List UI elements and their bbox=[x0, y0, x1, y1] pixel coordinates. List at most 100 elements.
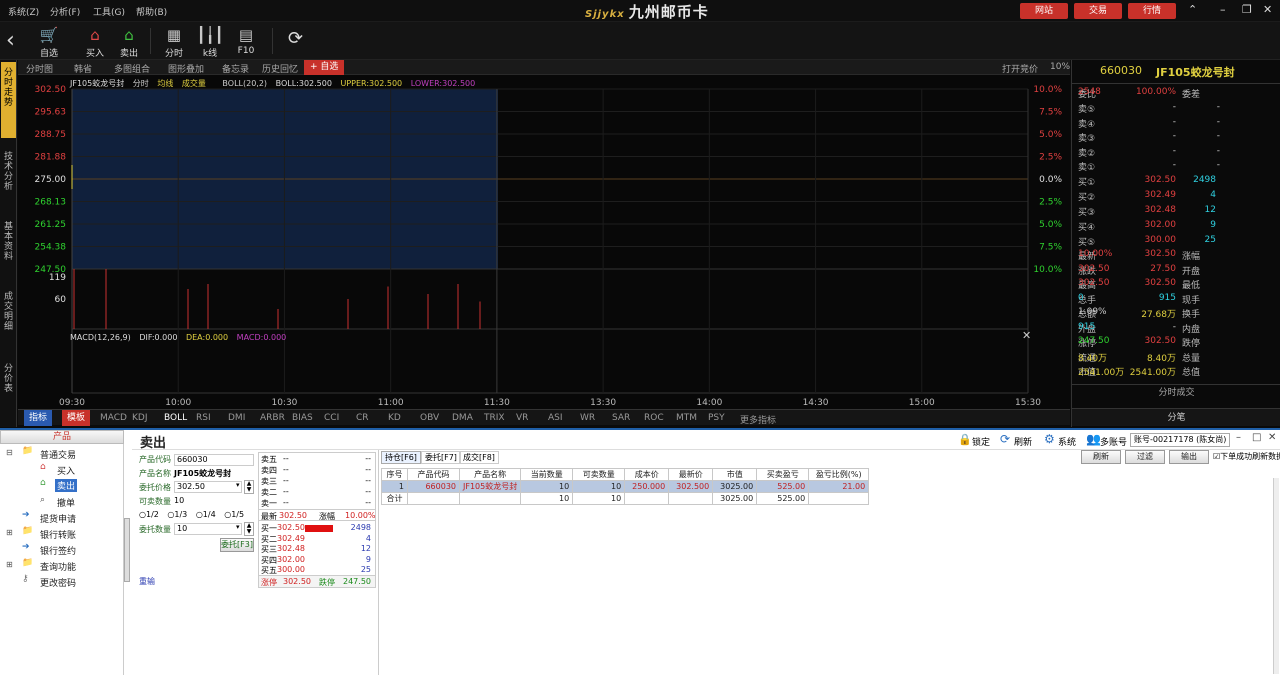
table-scrollbar[interactable] bbox=[1273, 478, 1279, 674]
close-icon[interactable]: ✕ bbox=[1268, 432, 1276, 443]
toolbar-watchlist[interactable]: 🛒 自选 bbox=[36, 24, 62, 59]
indicator-tab-13[interactable]: DMA bbox=[452, 413, 473, 423]
refresh-button[interactable]: 刷新 bbox=[1014, 435, 1032, 448]
tab-trade-detail[interactable]: 成交明细 bbox=[1, 288, 16, 338]
column-header[interactable]: 当前数量 bbox=[520, 468, 574, 481]
indicator-tab-7[interactable]: ARBR bbox=[260, 413, 285, 423]
indicator-tab-19[interactable]: ROC bbox=[644, 413, 664, 423]
indicator-tab-17[interactable]: WR bbox=[580, 413, 595, 423]
chart-tab-timeshare[interactable]: 分时图 bbox=[26, 62, 53, 75]
timeshare-trades-tab[interactable]: 分时成交 bbox=[1072, 384, 1280, 400]
indicator-tab-9[interactable]: CCI bbox=[324, 413, 339, 423]
qty-spinner[interactable]: ▲ ▼ bbox=[244, 522, 254, 536]
nav-delivery[interactable]: 提货申请 bbox=[40, 512, 76, 525]
expand-icon[interactable]: ⊞ bbox=[6, 560, 13, 569]
chevron-down-icon[interactable]: ▾ bbox=[236, 523, 240, 531]
refresh-icon[interactable]: ⟳ bbox=[288, 28, 303, 49]
indicator-tab-5[interactable]: RSI bbox=[196, 413, 211, 423]
column-header[interactable]: 产品代码 bbox=[407, 468, 460, 481]
minimize-icon[interactable]: – bbox=[1220, 3, 1226, 16]
auto-refresh-checkbox[interactable]: ☑下单成功刷新数据 bbox=[1213, 451, 1280, 462]
column-header[interactable]: 序号 bbox=[381, 468, 408, 481]
indicator-tab-15[interactable]: VR bbox=[516, 413, 528, 423]
nav-buy[interactable]: 买入 bbox=[57, 464, 75, 477]
toolbar-kline[interactable]: ┃╽┃ k线 bbox=[196, 24, 224, 59]
indicator-tab-4[interactable]: BOLL bbox=[164, 413, 187, 423]
order-price-input[interactable]: 302.50 bbox=[174, 481, 242, 493]
submit-order-button[interactable]: 委托[F3] bbox=[220, 538, 254, 552]
system-button[interactable]: 系统 bbox=[1058, 435, 1076, 448]
toolbar-f10[interactable]: ▤ F10 bbox=[232, 24, 260, 56]
toolbar-timeshare[interactable]: ▦ 分时 bbox=[160, 24, 188, 59]
nav-bank-sign[interactable]: 银行签约 bbox=[40, 544, 76, 557]
toolbar-sell[interactable]: ⌂ 卖出 bbox=[116, 24, 142, 59]
filter-button[interactable]: 过滤 bbox=[1125, 450, 1165, 464]
close-icon[interactable]: ✕ bbox=[1263, 3, 1272, 16]
column-header[interactable]: 成本价 bbox=[624, 468, 670, 481]
tab-basic-info[interactable]: 基本资料 bbox=[1, 218, 16, 268]
nav-change-password[interactable]: 更改密码 bbox=[40, 576, 76, 589]
tab-positions[interactable]: 持仓[F6] bbox=[381, 451, 421, 464]
menu-help[interactable]: 帮助(B) bbox=[136, 5, 167, 18]
nav-splitter[interactable] bbox=[124, 518, 130, 582]
nav-normal-trade[interactable]: 普通交易 bbox=[40, 448, 76, 461]
nav-bank-transfer[interactable]: 银行转账 bbox=[40, 528, 76, 541]
indicator-tab-12[interactable]: OBV bbox=[420, 413, 439, 423]
tab-trades[interactable]: 成交[F8] bbox=[459, 451, 499, 464]
tab-timeshare[interactable]: 分时走势 bbox=[1, 62, 16, 138]
chart-tab-overlay[interactable]: 图形叠加 bbox=[168, 62, 204, 75]
radio-half[interactable]: ○1/2 bbox=[139, 510, 159, 519]
menu-tools[interactable]: 工具(G) bbox=[93, 5, 125, 18]
open-auction-toggle[interactable]: 打开竞价 bbox=[1002, 62, 1038, 75]
maximize-icon[interactable]: □ bbox=[1252, 432, 1261, 443]
indicator-tab-10[interactable]: CR bbox=[356, 413, 369, 423]
indicator-tab-2[interactable]: MACD bbox=[100, 413, 127, 423]
column-header[interactable]: 最新价 bbox=[668, 468, 714, 481]
trade-button[interactable]: 交易 bbox=[1074, 3, 1122, 19]
menu-analysis[interactable]: 分析(F) bbox=[50, 5, 80, 18]
order-qty-input[interactable]: 10 bbox=[174, 523, 242, 535]
chevron-down-icon[interactable]: ▾ bbox=[236, 481, 240, 489]
indicator-tab-22[interactable]: 更多指标 bbox=[740, 413, 776, 426]
tab-orders[interactable]: 委托[F7] bbox=[421, 451, 461, 464]
column-header[interactable]: 可卖数量 bbox=[572, 468, 626, 481]
close-macd-icon[interactable]: ✕ bbox=[1022, 329, 1031, 342]
indicator-tab-18[interactable]: SAR bbox=[612, 413, 630, 423]
product-code-input[interactable]: 660030 bbox=[174, 454, 254, 466]
indicator-tab-3[interactable]: KDJ bbox=[132, 413, 148, 423]
website-button[interactable]: 网站 bbox=[1020, 3, 1068, 19]
refresh-table-button[interactable]: 刷新 bbox=[1081, 450, 1121, 464]
nav-query[interactable]: 查询功能 bbox=[40, 560, 76, 573]
restore-icon[interactable]: ❐ bbox=[1242, 3, 1252, 16]
minimize-icon[interactable]: – bbox=[1236, 432, 1241, 443]
expand-icon[interactable]: ⊞ bbox=[6, 528, 13, 537]
menu-system[interactable]: 系统(Z) bbox=[8, 5, 39, 18]
nav-sell[interactable]: 卖出 bbox=[55, 479, 78, 492]
column-header[interactable]: 市值 bbox=[712, 468, 758, 481]
indicator-tab-8[interactable]: BIAS bbox=[292, 413, 313, 423]
chart-tab-multi[interactable]: 多图组合 bbox=[114, 62, 150, 75]
chevron-up-icon[interactable]: ⌃ bbox=[1188, 3, 1197, 16]
account-select[interactable]: 账号-00217178 (陈女尚) bbox=[1130, 433, 1230, 447]
tab-technical[interactable]: 技术分析 bbox=[1, 148, 16, 198]
indicator-tab-1[interactable]: 模板 bbox=[62, 410, 91, 426]
chart-tab-region[interactable]: 韩省 bbox=[74, 62, 92, 75]
reset-link[interactable]: 重输 bbox=[139, 576, 155, 587]
table-row[interactable]: 1 660030 JF105蛟龙号封 10 10 250.000 302.500 3025.0… bbox=[381, 480, 870, 493]
export-button[interactable]: 输出 bbox=[1169, 450, 1209, 464]
radio-quarter[interactable]: ○1/4 bbox=[196, 510, 216, 519]
indicator-tab-14[interactable]: TRIX bbox=[484, 413, 505, 423]
multi-account-button[interactable]: 多账号 bbox=[1100, 435, 1127, 448]
tab-price-table[interactable]: 分价表 bbox=[1, 360, 16, 400]
column-header[interactable]: 盈亏比例(%) bbox=[808, 468, 870, 481]
indicator-tab-16[interactable]: ASI bbox=[548, 413, 563, 423]
indicator-tab-11[interactable]: KD bbox=[388, 413, 401, 423]
percent-scale[interactable]: 10% bbox=[1050, 62, 1070, 72]
indicator-tab-6[interactable]: DMI bbox=[228, 413, 245, 423]
radio-third[interactable]: ○1/3 bbox=[167, 510, 187, 519]
lock-button[interactable]: 锁定 bbox=[972, 435, 990, 448]
indicator-tab-0[interactable]: 指标 bbox=[24, 410, 53, 426]
chart-tab-memo[interactable]: 备忘录 bbox=[222, 62, 249, 75]
quotes-button[interactable]: 行情 bbox=[1128, 3, 1176, 19]
toolbar-buy[interactable]: ⌂ 买入 bbox=[82, 24, 108, 59]
